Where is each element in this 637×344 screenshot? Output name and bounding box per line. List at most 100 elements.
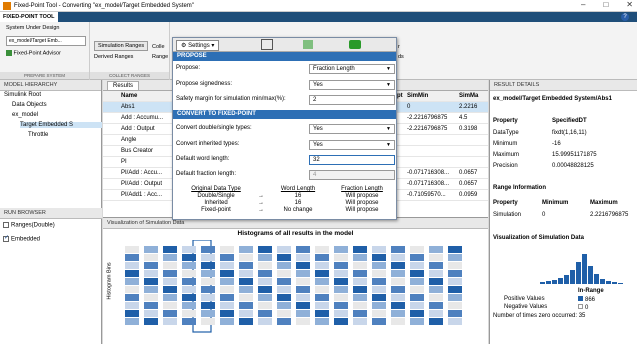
histogram-bin (163, 278, 177, 285)
tab-fixed-point-tool[interactable]: FIXED-POINT TOOL (0, 12, 58, 22)
histogram-bin (315, 278, 329, 285)
run-browser-header[interactable]: RUN BROWSER (0, 208, 102, 219)
derived-ranges-button[interactable]: Derived Ranges (94, 54, 133, 60)
negative-values-count: 0 (578, 304, 588, 311)
signedness-select[interactable]: Yes ▼ (309, 80, 395, 90)
tree-item-simulink-root[interactable]: Simulink Root (4, 92, 41, 98)
inherited-types-label: Convert inherited types: (176, 141, 240, 147)
histogram-bin (334, 318, 348, 325)
histogram-bin (163, 310, 177, 317)
histogram-bin (353, 278, 367, 285)
prop-key: Minimum (493, 141, 518, 147)
range-header-property: Property (493, 200, 518, 206)
close-button[interactable]: ✕ (626, 0, 633, 9)
convert-types-select[interactable]: Yes ▼ (309, 124, 395, 134)
histogram-bin (334, 254, 348, 261)
chevron-down-icon: ▼ (386, 66, 391, 72)
header-simmax[interactable]: SimMa (459, 93, 478, 99)
histogram-bin (410, 310, 424, 317)
histogram-bin (448, 310, 462, 317)
tree-item-throttle[interactable]: Throttle (28, 132, 48, 138)
table-cell: Fixed-point (201, 207, 231, 213)
header-spec[interactable]: pt (397, 93, 403, 99)
histogram-bin (315, 302, 329, 309)
sud-label: System Under Design (6, 25, 60, 31)
inherited-types-select[interactable]: Yes ▼ (309, 140, 395, 150)
histogram-bin (220, 302, 234, 309)
run-embedded-checkbox[interactable] (3, 234, 9, 242)
histogram-bin (220, 278, 234, 285)
table-cell: Will propose (345, 193, 379, 199)
histogram-bin (410, 278, 424, 285)
histogram-bin (277, 246, 291, 253)
histogram-bin (372, 294, 386, 301)
maximize-button[interactable]: □ (603, 0, 608, 9)
tree-item-target-embedded[interactable]: Target Embedded S (20, 122, 102, 128)
toolstrip-tabbar: FIXED-POINT TOOL ? (0, 12, 637, 22)
details-histogram-bin (582, 254, 587, 284)
histogram-bin (163, 302, 177, 309)
histogram-bin (448, 278, 462, 285)
histogram-bin (296, 302, 310, 309)
histogram-bin (239, 278, 253, 285)
histogram-bin (220, 270, 234, 277)
histogram-bin (182, 286, 196, 293)
left-pane: MODEL HIERARCHY Simulink Root Data Objec… (0, 80, 102, 344)
histogram-bin (277, 262, 291, 269)
header-name[interactable]: Name (121, 93, 137, 99)
histogram-bin (220, 286, 234, 293)
header-simmin[interactable]: SimMin (407, 93, 428, 99)
histogram-bin (391, 246, 405, 253)
histogram-bin (125, 302, 139, 309)
histogram-bin (163, 294, 177, 301)
histogram-bin (353, 302, 367, 309)
simulation-ranges-button[interactable]: Simulation Ranges (94, 41, 149, 51)
minimize-button[interactable]: – (581, 0, 585, 9)
run-icon[interactable] (349, 40, 361, 49)
histogram-bin (125, 278, 139, 285)
range-row-max: 2.2216796875 (590, 212, 629, 218)
histogram-bin (372, 278, 386, 285)
histogram-bin (201, 286, 215, 293)
prop-value: fixdt(1,16,11) (552, 130, 587, 136)
histogram-bin (144, 318, 158, 325)
tree-item-data-objects[interactable]: Data Objects (12, 102, 47, 108)
range-label-fragment: Range (152, 54, 169, 60)
run-ranges-double[interactable]: Ranges(Double) (3, 222, 55, 229)
safety-margin-input[interactable]: 2 (309, 95, 395, 105)
table-cell: 16 (294, 200, 302, 206)
details-histogram-bin (618, 283, 623, 284)
histogram-bin (125, 294, 139, 301)
word-length-input[interactable]: 32 (309, 155, 395, 165)
tree-item-ex-model[interactable]: ex_model (12, 112, 38, 118)
histogram-bin (296, 262, 310, 269)
help-icon[interactable]: ? (621, 13, 629, 21)
toolbar-icon[interactable] (303, 40, 313, 49)
details-histogram-bin (570, 270, 575, 284)
model-hierarchy-header[interactable]: MODEL HIERARCHY (0, 80, 101, 91)
histogram-chart[interactable] (121, 240, 481, 340)
histogram-bin (201, 246, 215, 253)
propose-select[interactable]: Fraction Length ▼ (309, 64, 395, 74)
run-ranges-checkbox[interactable] (3, 222, 9, 228)
histogram-bin (353, 318, 367, 325)
word-length-label: Default word length: (176, 156, 230, 162)
histogram-bin (182, 302, 196, 309)
histogram-bin (372, 302, 386, 309)
sud-dropdown[interactable]: ex_model/Target Emb... (6, 36, 86, 46)
histogram-bin (391, 278, 405, 285)
histogram-bin (239, 286, 253, 293)
histogram-bin (353, 294, 367, 301)
histogram-bin (334, 262, 348, 269)
histogram-bin (220, 294, 234, 301)
histogram-bin (429, 254, 443, 261)
col-original-type: Original Data Type (191, 186, 241, 192)
toolbar-icon[interactable] (261, 39, 273, 50)
histogram-bin (125, 318, 139, 325)
fixed-point-advisor-button[interactable]: Fixed-Point Advisor (6, 50, 61, 56)
tab-results[interactable]: Results (107, 81, 140, 90)
run-embedded[interactable]: Embedded (3, 234, 40, 243)
result-details-pane: RESULT DETAILS ex_model/Target Embedded … (489, 80, 637, 344)
settings-dropdown[interactable]: ⚙ Settings ▾ (176, 40, 220, 51)
histogram-bin (144, 294, 158, 301)
